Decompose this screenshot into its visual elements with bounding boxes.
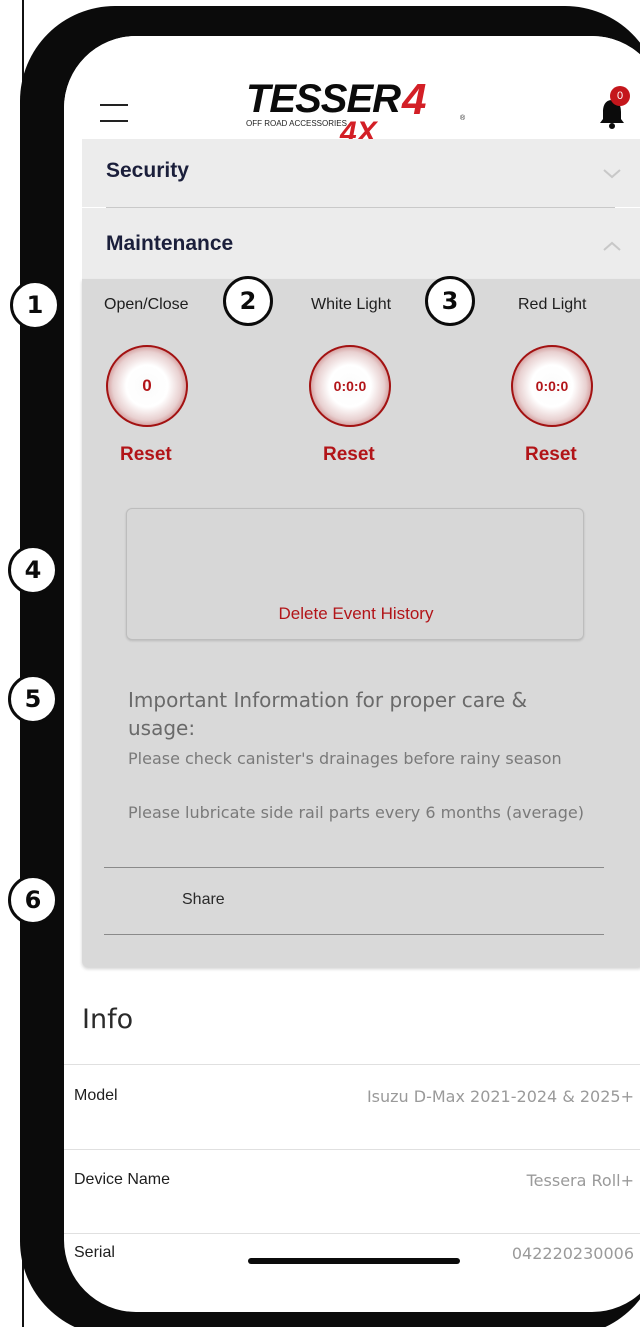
reset-open-close-button[interactable]: Reset: [120, 444, 172, 466]
top-bar: TESSER 4 4X OFF ROAD ACCESSORIES ® 0: [64, 36, 640, 151]
chevron-up-icon: [603, 241, 621, 251]
home-indicator[interactable]: [248, 1258, 460, 1264]
callout-5: 5: [8, 674, 58, 724]
share-button[interactable]: Share: [182, 891, 225, 909]
white-light-timer: 0:0:0: [309, 345, 391, 427]
hamburger-icon[interactable]: [100, 102, 130, 124]
care-tip: Please lubricate side rail parts every 6…: [128, 803, 584, 822]
device-name-label: Device Name: [74, 1171, 171, 1188]
accordion-security[interactable]: Security: [82, 139, 640, 207]
model-label: Model: [74, 1087, 118, 1104]
counter-label-open-close: Open/Close: [104, 296, 189, 313]
model-value: Isuzu D-Max 2021-2024 & 2025+: [366, 1087, 634, 1106]
delete-event-history-button[interactable]: Delete Event History: [127, 604, 585, 624]
chevron-down-icon: [603, 169, 621, 179]
callout-4: 4: [8, 545, 58, 595]
reset-white-light-button[interactable]: Reset: [323, 444, 375, 466]
row-divider: [64, 1233, 640, 1234]
open-close-counter: 0: [106, 345, 188, 427]
red-light-timer: 0:0:0: [511, 345, 593, 427]
phone-frame: TESSER 4 4X OFF ROAD ACCESSORIES ® 0 Sec…: [20, 6, 640, 1327]
svg-text:TESSER: TESSER: [246, 77, 401, 121]
share-divider-bottom: [104, 934, 604, 935]
svg-text:®: ®: [460, 114, 466, 122]
svg-text:OFF ROAD ACCESSORIES: OFF ROAD ACCESSORIES: [246, 119, 347, 128]
accordion-security-label: Security: [106, 159, 189, 182]
callout-3: 3: [425, 276, 475, 326]
serial-value: 042220230006: [511, 1244, 634, 1263]
care-info-title: Important Information for proper care & …: [128, 688, 528, 740]
reset-red-light-button[interactable]: Reset: [525, 444, 577, 466]
share-divider-top: [104, 867, 604, 868]
accordion-maintenance-label: Maintenance: [106, 232, 234, 255]
row-divider: [64, 1064, 640, 1065]
app-screen: TESSER 4 4X OFF ROAD ACCESSORIES ® 0 Sec…: [64, 36, 640, 1312]
callout-2: 2: [223, 276, 273, 326]
device-name-value: Tessera Roll+: [526, 1171, 634, 1190]
notification-badge: 0: [610, 86, 630, 106]
callout-1: 1: [10, 280, 60, 330]
counter-label-white-light: White Light: [311, 296, 392, 313]
svg-text:4: 4: [401, 76, 426, 124]
accordion-maintenance[interactable]: Maintenance: [82, 208, 640, 279]
callout-6: 6: [8, 875, 58, 925]
info-heading: Info: [82, 1004, 134, 1035]
row-divider: [64, 1149, 640, 1150]
brand-logo: TESSER 4 4X OFF ROAD ACCESSORIES ®: [244, 76, 466, 148]
counter-label-red-light: Red Light: [518, 296, 587, 313]
care-tip: Please check canister's drainages before…: [128, 749, 562, 768]
serial-label: Serial: [74, 1244, 115, 1261]
event-history-card: Delete Event History: [126, 508, 584, 640]
